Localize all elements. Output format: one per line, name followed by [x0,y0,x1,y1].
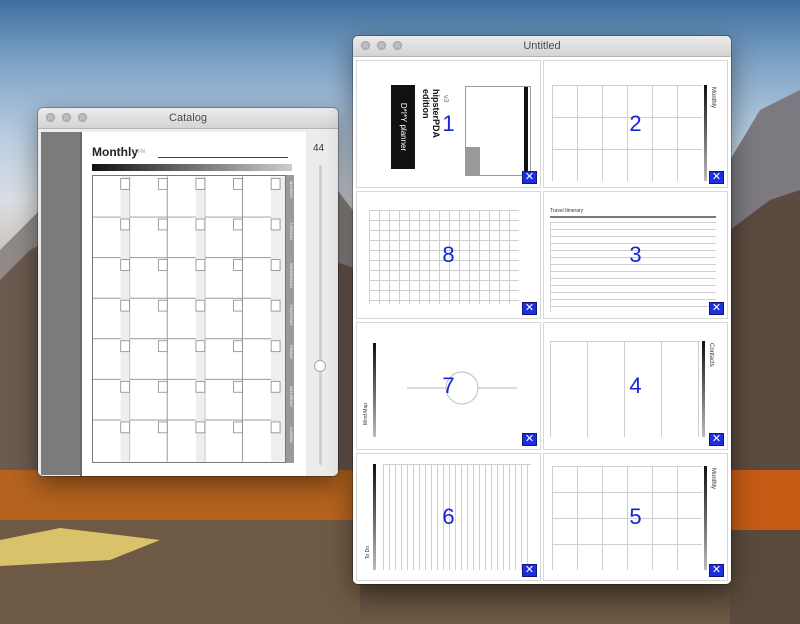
gradient-bar [92,164,292,171]
zoom-slider-thumb[interactable] [314,360,326,372]
zoom-value: 44 [313,143,325,154]
catalog-titlebar[interactable]: Catalog [38,108,338,129]
monthly-page-preview: Monthly LFM MONDAY TUESDAY WEDNESDAY THU… [82,132,306,476]
untitled-window[interactable]: Untitled D*I*Y planner hipsterPDA editio… [353,36,731,584]
tile-number: 7 [442,373,455,398]
layout-tile-7[interactable]: Mind Map 7 ✕ [356,322,541,450]
tile-number: 1 [442,111,455,136]
close-window-icon[interactable] [46,113,55,122]
zoom-window-icon[interactable] [78,113,87,122]
title-rule [158,157,288,158]
minimize-window-icon[interactable] [377,41,386,50]
layout-tile-2[interactable]: Monthly 2 ✕ [543,60,728,188]
layout-tile-4[interactable]: Contacts 4 ✕ [543,322,728,450]
layout-tile-1[interactable]: D*I*Y planner hipsterPDA edition v3 1 ✕ [356,60,541,188]
tile-number: 5 [629,504,642,529]
weekday-strip: MONDAY TUESDAY WEDNESDAY THURSDAY FRIDAY… [286,175,294,463]
layout-tile-5[interactable]: Monthly 5 ✕ [543,453,728,581]
remove-tile-button[interactable]: ✕ [522,564,537,577]
remove-tile-button[interactable]: ✕ [709,171,724,184]
layout-tile-8[interactable]: 8 ✕ [356,191,541,319]
zoom-window-icon[interactable] [393,41,402,50]
minimize-window-icon[interactable] [62,113,71,122]
page-subtitle: LFM [135,149,145,155]
remove-tile-button[interactable]: ✕ [522,302,537,315]
day-label: FRIDAY [289,345,294,360]
remove-tile-button[interactable]: ✕ [709,564,724,577]
day-label: MONDAY [289,181,294,199]
remove-tile-button[interactable]: ✕ [709,302,724,315]
tile-number: 2 [629,111,642,136]
catalog-title: Catalog [169,112,207,124]
day-label: TUESDAY [289,222,294,241]
tile-number: 8 [442,242,455,267]
day-label: THURSDAY [289,304,294,326]
day-label: SUNDAY [289,427,294,444]
tile-number: 4 [629,373,642,398]
tile-number: 3 [629,242,642,267]
layout-tile-6[interactable]: To Do 6 ✕ [356,453,541,581]
remove-tile-button[interactable]: ✕ [709,433,724,446]
remove-tile-button[interactable]: ✕ [522,171,537,184]
remove-tile-button[interactable]: ✕ [522,433,537,446]
layout-grid: D*I*Y planner hipsterPDA edition v3 1 ✕ … [353,57,731,584]
zoom-slider-track[interactable] [319,165,322,465]
untitled-title: Untitled [523,40,561,52]
page-title: Monthly [92,145,138,159]
layout-tile-3[interactable]: Travel Itinerary 3 ✕ [543,191,728,319]
untitled-titlebar[interactable]: Untitled [353,36,731,57]
day-label: SATURDAY [289,386,294,408]
catalog-window[interactable]: Catalog Monthly LFM MONDAY TUESDAY WEDNE… [38,108,338,476]
month-grid [92,175,286,463]
close-window-icon[interactable] [361,41,370,50]
page-margin [41,132,81,475]
tile-number: 6 [442,504,455,529]
day-label: WEDNESDAY [289,263,294,289]
